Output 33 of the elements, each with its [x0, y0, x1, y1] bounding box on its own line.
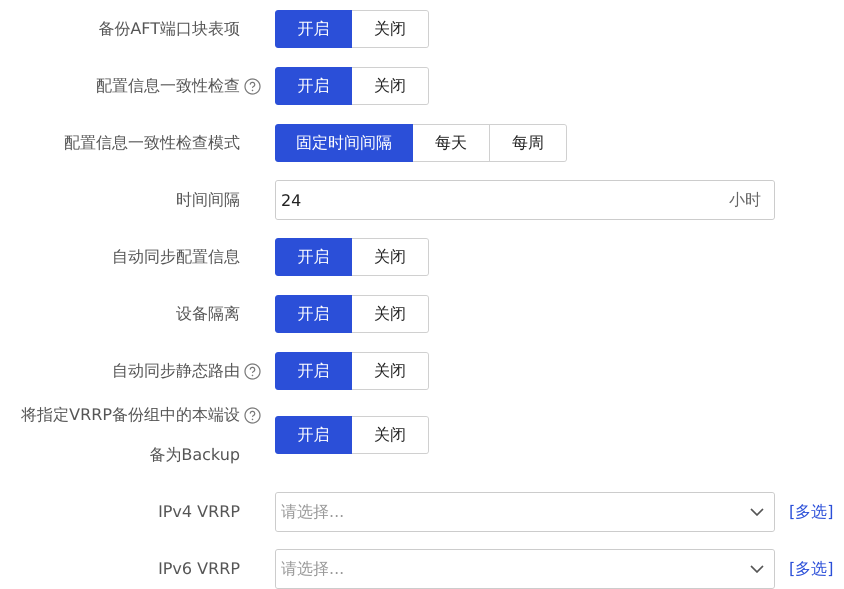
segment-button[interactable]: 固定时间间隔 — [275, 124, 413, 162]
segment-button[interactable]: 每天 — [413, 124, 490, 162]
unit-label: 小时 — [729, 190, 761, 210]
segment-button[interactable]: 开启 — [275, 238, 352, 276]
field-label: 配置信息一致性检查模式 — [64, 132, 240, 154]
segment-button[interactable]: 开启 — [275, 416, 352, 454]
field-label: 自动同步配置信息 — [112, 246, 240, 268]
chevron-down-icon — [750, 565, 764, 573]
segment-button[interactable]: 关闭 — [352, 67, 429, 105]
field-label: IPv4 VRRP — [158, 501, 240, 523]
multi-select-link[interactable]: [多选] — [789, 502, 834, 522]
help-icon[interactable] — [244, 78, 260, 94]
segment-button[interactable]: 每周 — [490, 124, 567, 162]
chevron-down-icon — [750, 508, 764, 516]
segment-button[interactable]: 开启 — [275, 352, 352, 390]
help-icon[interactable] — [244, 362, 260, 380]
segment-button[interactable]: 关闭 — [352, 352, 429, 390]
segment-button[interactable]: 开启 — [275, 10, 352, 48]
segment-button[interactable]: 关闭 — [352, 238, 429, 276]
segment-button[interactable]: 开启 — [275, 295, 352, 333]
field-label: 配置信息一致性检查 — [96, 75, 240, 97]
segment-button[interactable]: 关闭 — [352, 10, 429, 48]
field-label: 备份AFT端口块表项 — [98, 18, 240, 40]
help-icon[interactable] — [244, 406, 260, 424]
field-label: 将指定VRRP备份组中的本端设备为Backup — [20, 404, 240, 466]
field-label: 设备隔离 — [176, 303, 240, 325]
segment-button[interactable]: 关闭 — [352, 416, 429, 454]
field-label: IPv6 VRRP — [158, 558, 240, 580]
segment-button[interactable]: 开启 — [275, 67, 352, 105]
multi-select-link[interactable]: [多选] — [789, 558, 834, 580]
segment-button[interactable]: 关闭 — [352, 295, 429, 333]
field-label: 时间间隔 — [176, 189, 240, 211]
field-label: 自动同步静态路由 — [112, 360, 240, 382]
